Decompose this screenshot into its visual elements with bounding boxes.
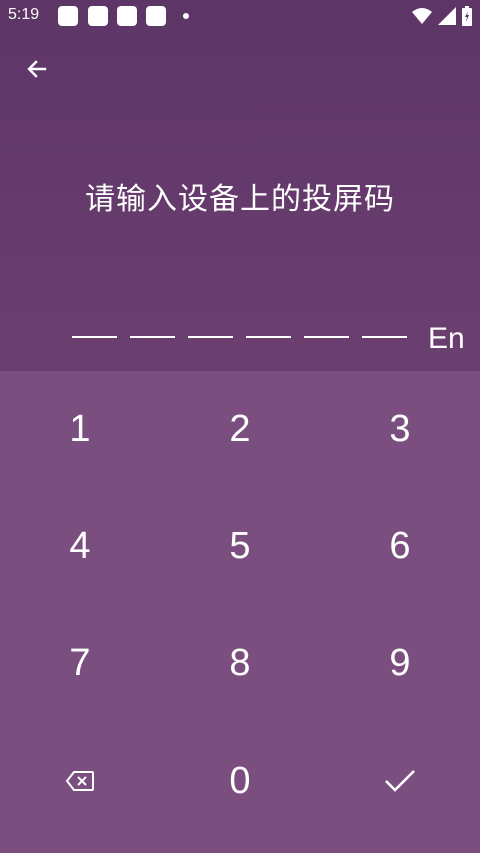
signal-icon <box>438 7 456 25</box>
code-slot <box>246 336 291 338</box>
battery-icon <box>462 6 472 26</box>
key-5[interactable]: 5 <box>160 488 320 604</box>
number-keypad: 1 2 3 4 5 6 7 8 9 0 <box>0 371 480 853</box>
notification-icon <box>58 6 78 26</box>
status-bar: 5:19 <box>0 0 480 32</box>
key-6[interactable]: 6 <box>320 488 480 604</box>
key-1[interactable]: 1 <box>0 371 160 487</box>
key-9[interactable]: 9 <box>320 605 480 721</box>
back-button[interactable] <box>18 50 56 88</box>
backspace-button[interactable] <box>0 723 160 839</box>
key-3[interactable]: 3 <box>320 371 480 487</box>
check-icon <box>385 770 415 792</box>
notification-icon <box>146 6 166 26</box>
status-time: 5:19 <box>8 6 40 23</box>
page-title: 请输入设备上的投屏码 <box>85 182 395 217</box>
wifi-icon <box>412 8 432 24</box>
code-slot <box>72 336 117 338</box>
header-area: 5:19 请输入设备上的投屏码 En <box>0 0 480 371</box>
language-toggle[interactable]: En <box>428 322 465 356</box>
dot-icon <box>183 13 189 19</box>
code-input-slots[interactable] <box>72 336 407 338</box>
confirm-button[interactable] <box>320 723 480 839</box>
notification-icon <box>88 6 108 26</box>
arrow-left-icon <box>27 60 47 78</box>
notification-icon <box>117 6 137 26</box>
status-icons <box>412 6 472 26</box>
code-slot <box>362 336 407 338</box>
backspace-icon <box>65 771 94 791</box>
code-slot <box>188 336 233 338</box>
key-7[interactable]: 7 <box>0 605 160 721</box>
key-8[interactable]: 8 <box>160 605 320 721</box>
code-slot <box>304 336 349 338</box>
code-slot <box>130 336 175 338</box>
key-2[interactable]: 2 <box>160 371 320 487</box>
key-4[interactable]: 4 <box>0 488 160 604</box>
key-0[interactable]: 0 <box>160 723 320 839</box>
